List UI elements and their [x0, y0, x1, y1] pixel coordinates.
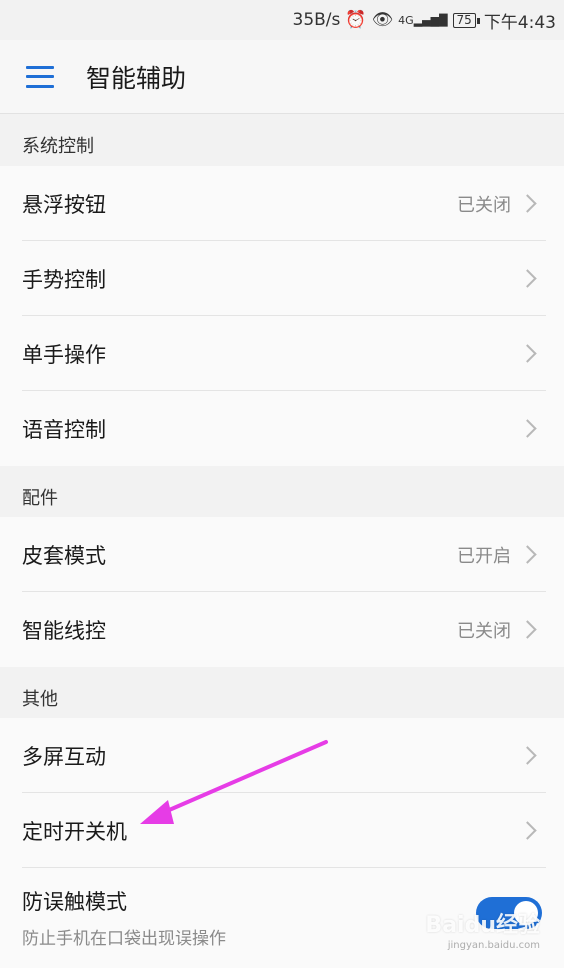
list-item-label: 悬浮按钮	[22, 192, 106, 217]
chevron-right-icon	[518, 344, 537, 363]
watermark-logo: Baidu经验	[425, 913, 540, 938]
list-item-label: 手势控制	[22, 267, 106, 292]
chevron-right-icon	[518, 419, 537, 438]
list-item-cover-mode[interactable]: 皮套模式 已开启	[0, 517, 564, 592]
page-title: 智能辅助	[86, 63, 187, 93]
list-item-label: 定时开关机	[22, 819, 127, 844]
list-item-smart-headset-control[interactable]: 智能线控 已关闭	[0, 592, 564, 667]
chevron-right-icon	[518, 545, 537, 564]
chevron-right-icon	[518, 746, 537, 765]
section-header-system-control: 系统控制	[22, 136, 94, 157]
app-bar: 智能辅助	[0, 40, 564, 114]
list-item-scheduled-power[interactable]: 定时开关机	[0, 793, 564, 868]
list-item-label: 智能线控	[22, 618, 106, 643]
chevron-right-icon	[518, 620, 537, 639]
chevron-right-icon	[518, 821, 537, 840]
list-item-label: 语音控制	[22, 417, 106, 442]
section-header-accessories: 配件	[22, 488, 58, 509]
battery-icon: 75	[452, 12, 481, 28]
status-bar: 35B/s ⏰ 👁 4G▂▄▆█ 75 下午4:43	[0, 0, 564, 40]
list-item-label: 皮套模式	[22, 543, 106, 568]
network-type: 4G	[398, 13, 414, 27]
list-item-multi-screen[interactable]: 多屏互动	[0, 718, 564, 793]
list-item-gesture-control[interactable]: 手势控制	[0, 241, 564, 316]
network-speed: 35B/s	[292, 10, 341, 30]
chevron-right-icon	[518, 269, 537, 288]
list-item-floating-button[interactable]: 悬浮按钮 已关闭	[0, 166, 564, 241]
list-item-voice-control[interactable]: 语音控制	[0, 391, 564, 466]
chevron-right-icon	[518, 194, 537, 213]
signal-icon: 4G▂▄▆█	[398, 13, 448, 27]
clock: 下午4:43	[483, 12, 556, 33]
section-header-others: 其他	[22, 689, 58, 710]
list-item-status: 已关闭	[457, 620, 511, 642]
list-item-label: 单手操作	[22, 342, 106, 367]
eye-comfort-icon: 👁	[371, 10, 394, 30]
menu-icon[interactable]	[26, 65, 54, 88]
list-item-status: 已关闭	[457, 194, 511, 216]
alarm-icon: ⏰	[345, 10, 367, 30]
list-item-status: 已开启	[457, 545, 511, 567]
watermark-url: jingyan.baidu.com	[447, 940, 540, 951]
list-item-one-hand-mode[interactable]: 单手操作	[0, 316, 564, 391]
list-item-label: 多屏互动	[22, 744, 106, 769]
